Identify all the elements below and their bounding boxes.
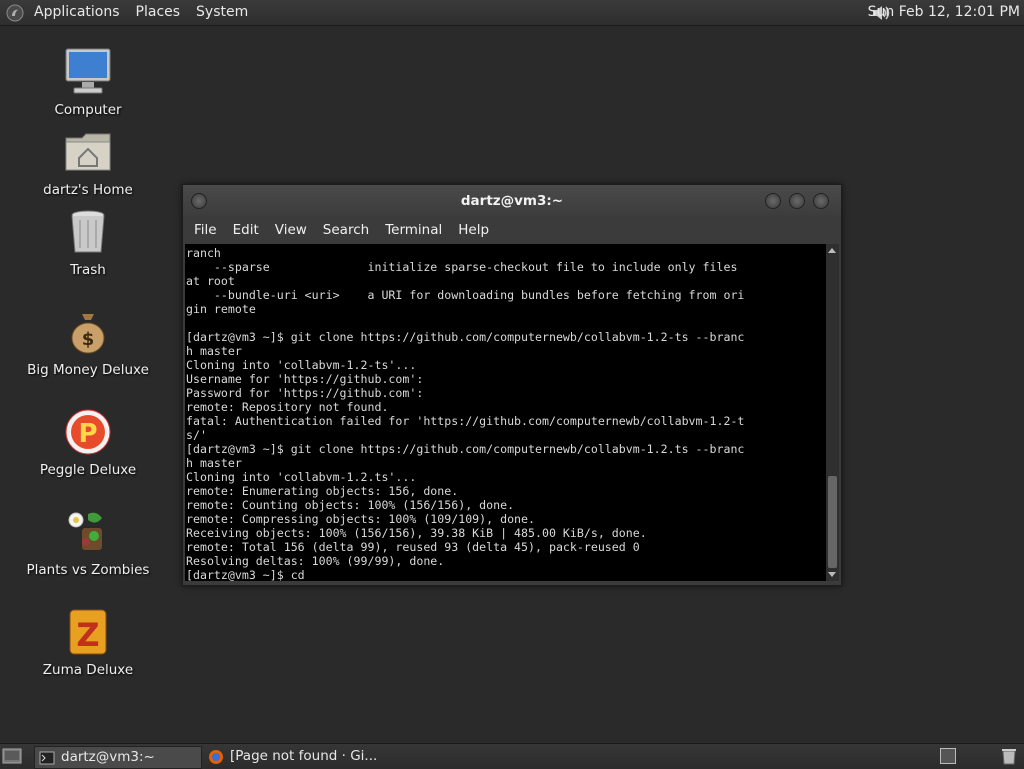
computer-icon (65, 48, 111, 94)
desktop-icon-plants-vs-zombies[interactable]: Plants vs Zombies (18, 506, 158, 578)
desktop-icon-trash[interactable]: Trash (18, 206, 158, 278)
scroll-down-arrow[interactable] (828, 572, 836, 577)
minimize-button[interactable] (765, 193, 781, 209)
desktop-icon-computer[interactable]: Computer (18, 46, 158, 118)
terminal-scrollbar[interactable] (826, 244, 839, 581)
firefox-icon (209, 749, 223, 764)
svg-text:P: P (78, 419, 97, 449)
peggle-icon: P (65, 409, 111, 455)
desktop-icon-label: Big Money Deluxe (27, 362, 149, 378)
menu-edit[interactable]: Edit (225, 217, 267, 243)
desktop-icon-big-money[interactable]: $ Big Money Deluxe (18, 306, 158, 378)
menu-search[interactable]: Search (315, 217, 377, 243)
terminal-window: dartz@vm3:~ File Edit View Search Termin… (182, 184, 842, 586)
scroll-up-arrow[interactable] (828, 248, 836, 253)
svg-text:Z: Z (76, 616, 99, 654)
menu-terminal[interactable]: Terminal (377, 217, 450, 243)
menu-system[interactable]: System (188, 0, 256, 25)
maximize-button[interactable] (789, 193, 805, 209)
taskbar-item-terminal[interactable]: dartz@vm3:~ (34, 746, 202, 769)
terminal-icon (39, 751, 55, 764)
menu-help[interactable]: Help (450, 217, 497, 243)
taskbar-item-label: [Page not found · Gi... (230, 748, 378, 764)
desktop-icon-label: Peggle Deluxe (39, 462, 137, 478)
window-titlebar[interactable]: dartz@vm3:~ (183, 185, 841, 217)
terminal-menubar: File Edit View Search Terminal Help (183, 217, 841, 243)
menu-places[interactable]: Places (128, 0, 189, 25)
close-button[interactable] (813, 193, 829, 209)
terminal-text: ranch --sparse initialize sparse-checkou… (186, 246, 745, 581)
window-menu-button[interactable] (191, 193, 207, 209)
menu-file[interactable]: File (186, 217, 225, 243)
trash-icon (71, 210, 105, 253)
menu-applications[interactable]: Applications (26, 0, 128, 25)
taskbar-item-firefox[interactable]: [Page not found · Gi... (204, 746, 404, 767)
bottom-panel: dartz@vm3:~ [Page not found · Gi... (0, 743, 1024, 769)
desktop-icon-label: Computer (54, 102, 122, 118)
desktop-icon-peggle[interactable]: P Peggle Deluxe (18, 406, 158, 478)
window-title: dartz@vm3:~ (460, 193, 564, 209)
trash-applet-icon[interactable] (1000, 746, 1018, 766)
show-desktop-icon[interactable] (2, 747, 22, 765)
scrollbar-thumb[interactable] (828, 476, 837, 568)
desktop-icon-home[interactable]: dartz's Home (18, 126, 158, 198)
clock[interactable]: Sun Feb 12, 12:01 PM (868, 0, 1020, 25)
desktop-icon-label: Trash (70, 262, 106, 278)
menu-view[interactable]: View (267, 217, 315, 243)
taskbar-item-label: dartz@vm3:~ (61, 749, 155, 765)
top-panel: Applications Places System Sun Feb 12, 1… (0, 0, 1024, 26)
desktop-icon-zuma[interactable]: Z Zuma Deluxe (18, 606, 158, 678)
workspace-switcher[interactable] (940, 748, 956, 764)
desktop-icon-label: dartz's Home (43, 182, 133, 198)
home-folder-icon (65, 133, 111, 171)
terminal-output[interactable]: ranch --sparse initialize sparse-checkou… (185, 244, 826, 581)
plants-icon (68, 512, 102, 550)
desktop-icon-label: Plants vs Zombies (26, 562, 150, 578)
zuma-icon: Z (69, 609, 107, 655)
desktop-icon-label: Zuma Deluxe (42, 662, 134, 678)
svg-text:$: $ (82, 329, 95, 350)
money-bag-icon: $ (71, 314, 105, 354)
gnome-foot-icon[interactable] (6, 4, 24, 22)
